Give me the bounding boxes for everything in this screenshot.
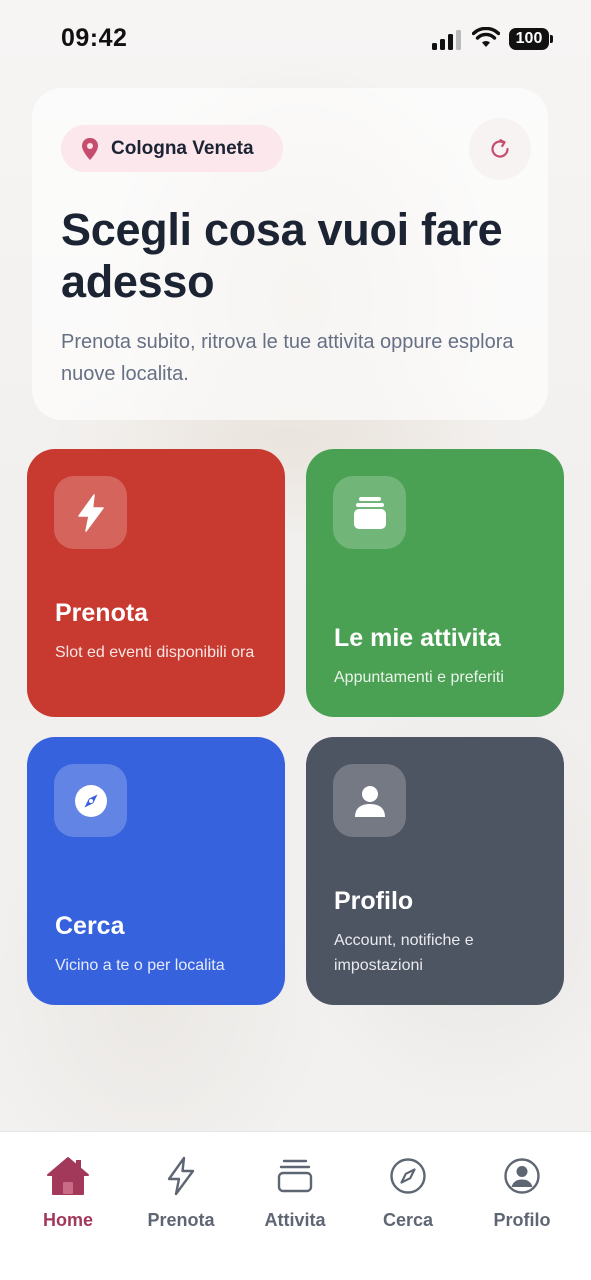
stack-icon — [277, 1159, 313, 1193]
tab-prenota[interactable]: Prenota — [126, 1154, 236, 1231]
bolt-icon — [77, 493, 104, 532]
location-pin-icon — [82, 137, 98, 160]
tile-cerca[interactable]: Cerca Vicino a te o per localita — [27, 737, 285, 1005]
battery-indicator: 100 — [509, 28, 549, 50]
tile-icon-box — [333, 764, 406, 837]
tab-profilo[interactable]: Profilo — [467, 1154, 577, 1231]
location-pill[interactable]: Cologna Veneta — [61, 125, 283, 172]
hero-card: Cologna Veneta Scegli cosa vuoi fare ade… — [32, 88, 548, 420]
home-icon — [47, 1157, 89, 1195]
tile-title: Cerca — [55, 912, 125, 940]
tile-title: Prenota — [55, 599, 149, 627]
tile-subtitle: Account, notifiche e impostazioni — [334, 932, 474, 974]
tab-bar: Home Prenota Attivita Cerca Profilo — [0, 1131, 591, 1280]
page-subtitle: Prenota subito, ritrova le tue attivita … — [61, 331, 514, 385]
refresh-icon — [491, 139, 509, 158]
tab-label: Profilo — [493, 1210, 551, 1230]
person-icon — [504, 1158, 540, 1194]
refresh-button[interactable] — [469, 118, 531, 180]
tile-title: Le mie attivita — [334, 624, 501, 652]
tile-icon-box — [54, 764, 127, 837]
tile-icon-box — [333, 476, 406, 549]
tab-label: Cerca — [382, 1210, 434, 1230]
location-label: Cologna Veneta — [111, 137, 254, 159]
compass-icon — [390, 1158, 426, 1194]
tile-prenota[interactable]: Prenota Slot ed eventi disponibili ora — [27, 449, 285, 717]
wifi-icon — [472, 27, 500, 47]
status-time: 09:42 — [61, 24, 128, 52]
tile-title: Profilo — [334, 887, 414, 915]
page-title: Scegli cosa vuoi fare adesso — [61, 204, 503, 307]
tile-icon-box — [54, 476, 127, 549]
person-icon — [354, 785, 385, 817]
tile-subtitle: Appuntamenti e preferiti — [334, 669, 504, 686]
tab-attivita[interactable]: Attivita — [240, 1154, 350, 1231]
tile-le-mie-attivita[interactable]: Le mie attivita Appuntamenti e preferiti — [306, 449, 564, 717]
tile-profilo[interactable]: Profilo Account, notifiche e impostazion… — [306, 737, 564, 1005]
stack-icon — [353, 496, 386, 529]
tab-cerca[interactable]: Cerca — [353, 1154, 463, 1231]
compass-icon — [74, 784, 107, 817]
tab-label: Attivita — [264, 1210, 326, 1230]
tab-label: Prenota — [147, 1210, 215, 1230]
signal-icon — [432, 30, 461, 50]
battery-cap — [550, 35, 553, 43]
tile-subtitle: Slot ed eventi disponibili ora — [55, 644, 255, 661]
bolt-icon — [167, 1156, 195, 1196]
status-bar: 09:42 100 — [0, 0, 591, 80]
tab-label: Home — [42, 1210, 93, 1230]
tab-home[interactable]: Home — [13, 1154, 123, 1231]
tile-subtitle: Vicino a te o per localita — [55, 957, 225, 974]
